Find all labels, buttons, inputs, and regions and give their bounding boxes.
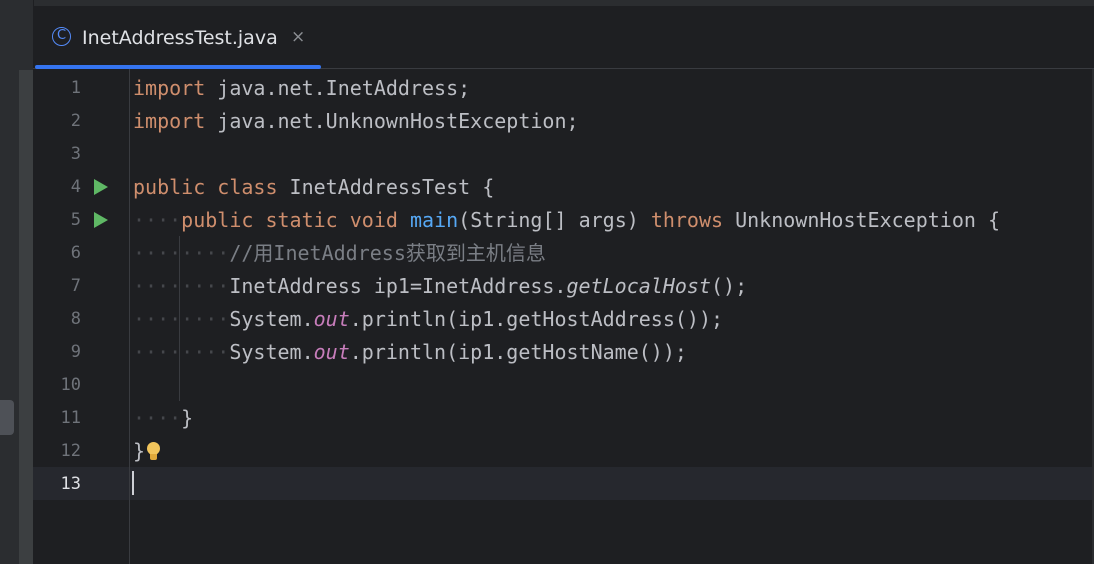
code-line[interactable]: 6 ········//用InetAddress获取到主机信息 (33, 236, 1094, 269)
code-line[interactable]: 1 import java.net.InetAddress; (33, 71, 1094, 104)
gutter-divider (129, 69, 130, 564)
run-gutter-icon[interactable] (94, 212, 108, 228)
code-text: .println(ip1.getHostName()); (349, 340, 687, 364)
code-text: java.net.UnknownHostException; (205, 109, 579, 133)
tool-strip-handle[interactable] (0, 400, 14, 435)
code-line[interactable]: 12 } (33, 434, 1094, 467)
line-number: 6 (70, 243, 81, 263)
line-code[interactable]: import java.net.InetAddress; (133, 76, 470, 100)
line-code[interactable]: ····public static void main(String[] arg… (133, 208, 1000, 232)
indent-guide (179, 236, 180, 401)
whitespace-dots: ········ (133, 307, 230, 331)
code-text: (); (710, 274, 748, 298)
whitespace-dots: ········ (133, 241, 230, 265)
line-number: 7 (70, 276, 81, 296)
code-line-current[interactable]: 13 (33, 467, 1094, 500)
text-caret (132, 471, 134, 495)
keyword: import (133, 109, 206, 133)
line-code[interactable]: public class InetAddressTest { (133, 175, 494, 199)
intention-bulb-base (150, 454, 157, 460)
line-code[interactable]: ········InetAddress ip1=InetAddress.getL… (133, 274, 747, 298)
code-line[interactable]: 10 (33, 368, 1094, 401)
line-code[interactable]: } (133, 439, 145, 463)
code-text: InetAddress ip1=InetAddress. (229, 274, 567, 298)
code-line[interactable]: 9 ········System.out.println(ip1.getHost… (33, 335, 1094, 368)
static-method-call: getLocalHost (566, 274, 711, 298)
static-field: out (313, 340, 350, 364)
code-text: } (133, 439, 146, 463)
static-field: out (313, 307, 350, 331)
keyword: static (265, 208, 338, 232)
line-number: 3 (70, 144, 81, 164)
line-code[interactable]: ········System.out.println(ip1.getHostNa… (133, 340, 687, 364)
line-code[interactable]: ········System.out.println(ip1.getHostAd… (133, 307, 723, 331)
whitespace-dots: ···· (133, 208, 182, 232)
method-name: main (409, 208, 459, 232)
line-number: 10 (60, 375, 81, 395)
whitespace-dots: ········ (133, 274, 230, 298)
code-line[interactable]: 11 ····} (33, 401, 1094, 434)
class-icon: C (52, 27, 71, 46)
tool-rail (19, 70, 33, 564)
code-text: .println(ip1.getHostAddress()); (349, 307, 724, 331)
code-line[interactable]: 2 import java.net.UnknownHostException; (33, 104, 1094, 137)
line-number: 9 (70, 342, 81, 362)
line-number: 1 (70, 78, 81, 98)
left-tool-strip (0, 0, 34, 564)
line-code[interactable]: ········//用InetAddress获取到主机信息 (133, 241, 546, 265)
code-text: System. (229, 340, 314, 364)
whitespace-dots: ········ (133, 340, 230, 364)
line-number: 4 (70, 177, 81, 197)
editor-tab-bar: C InetAddressTest.java × (33, 6, 1094, 69)
keyword: class (217, 175, 278, 199)
keyword: throws (650, 208, 724, 232)
code-line[interactable]: 5 ····public static void main(String[] a… (33, 203, 1094, 236)
code-line[interactable]: 4 public class InetAddressTest { (33, 170, 1094, 203)
line-code[interactable]: import java.net.UnknownHostException; (133, 109, 579, 133)
keyword: import (133, 76, 206, 100)
keyword: public (133, 175, 206, 199)
comment: //用InetAddress获取到主机信息 (229, 241, 546, 265)
close-icon[interactable]: × (291, 26, 305, 48)
code-line[interactable]: 3 (33, 137, 1094, 170)
code-text: System. (229, 307, 314, 331)
code-line[interactable]: 7 ········InetAddress ip1=InetAddress.ge… (33, 269, 1094, 302)
whitespace-dots: ···· (133, 406, 182, 430)
code-text: InetAddressTest { (277, 175, 495, 199)
code-text: (String[] args) (458, 208, 651, 232)
run-gutter-icon[interactable] (94, 179, 108, 195)
ide-window: C InetAddressTest.java × 1 import java.n… (0, 0, 1094, 564)
keyword: public (181, 208, 254, 232)
tab-title: InetAddressTest.java (82, 27, 278, 49)
code-line[interactable]: 8 ········System.out.println(ip1.getHost… (33, 302, 1094, 335)
line-code[interactable]: ····} (133, 406, 193, 430)
line-number: 8 (70, 309, 81, 329)
tab-inetaddresstest[interactable]: C InetAddressTest.java × (33, 6, 323, 69)
line-number: 13 (60, 474, 81, 494)
code-editor[interactable]: 1 import java.net.InetAddress; 2 import … (33, 69, 1094, 564)
line-number: 12 (60, 441, 81, 461)
line-number: 5 (70, 210, 81, 230)
line-number: 2 (70, 111, 81, 131)
keyword: void (349, 208, 398, 232)
line-number: 11 (60, 408, 81, 428)
code-text: } (181, 406, 194, 430)
code-text: UnknownHostException { (723, 208, 1001, 232)
code-text: java.net.InetAddress; (205, 76, 471, 100)
